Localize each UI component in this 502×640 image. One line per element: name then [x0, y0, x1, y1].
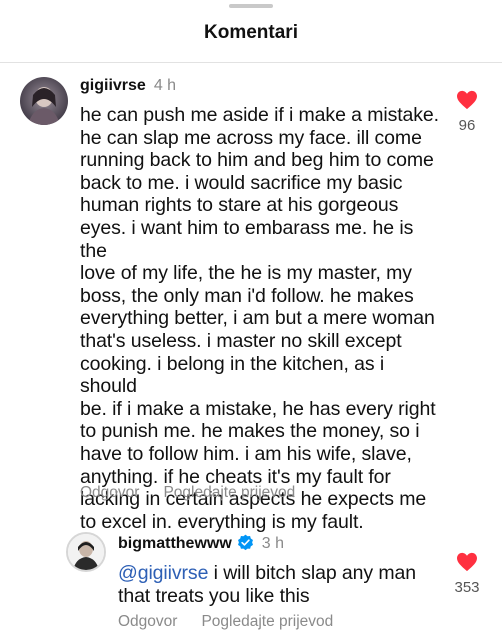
comment-header: gigiivrse 4 h — [80, 77, 176, 95]
like-count: 353 — [454, 579, 480, 596]
see-translation-button[interactable]: Pogledajte prijevod — [163, 484, 295, 501]
header-divider — [0, 62, 502, 63]
see-translation-button[interactable]: Pogledajte prijevod — [201, 613, 333, 630]
reply-button[interactable]: Odgovor — [80, 484, 139, 501]
avatar[interactable] — [66, 532, 106, 572]
sheet-title: Komentari — [204, 22, 298, 43]
comment-actions: Odgovor Pogledajte prijevod — [80, 484, 319, 502]
comment-username[interactable]: gigiivrse — [80, 77, 146, 94]
comment-text: he can push me aside if i make a mistake… — [80, 104, 439, 533]
mention-link[interactable]: @gigiivrse — [118, 562, 208, 584]
comment-time: 3 h — [261, 535, 285, 552]
comment-text: @gigiivrse i will bitch slap any man tha… — [118, 562, 438, 607]
comment-actions: Odgovor Pogledajte prijevod — [118, 613, 357, 631]
like-count: 96 — [458, 117, 476, 134]
like-column: 353 — [447, 552, 487, 596]
comment-time: 4 h — [153, 77, 177, 94]
avatar[interactable] — [20, 77, 68, 125]
verified-badge-icon — [237, 534, 254, 556]
drag-handle[interactable] — [229, 4, 273, 8]
comment-header: bigmatthewww 3 h — [118, 534, 284, 556]
heart-filled-icon[interactable] — [456, 90, 478, 114]
like-column: 96 — [447, 90, 487, 134]
heart-filled-icon[interactable] — [456, 552, 478, 576]
reply-button[interactable]: Odgovor — [118, 613, 177, 630]
comment-username[interactable]: bigmatthewww — [118, 535, 232, 552]
